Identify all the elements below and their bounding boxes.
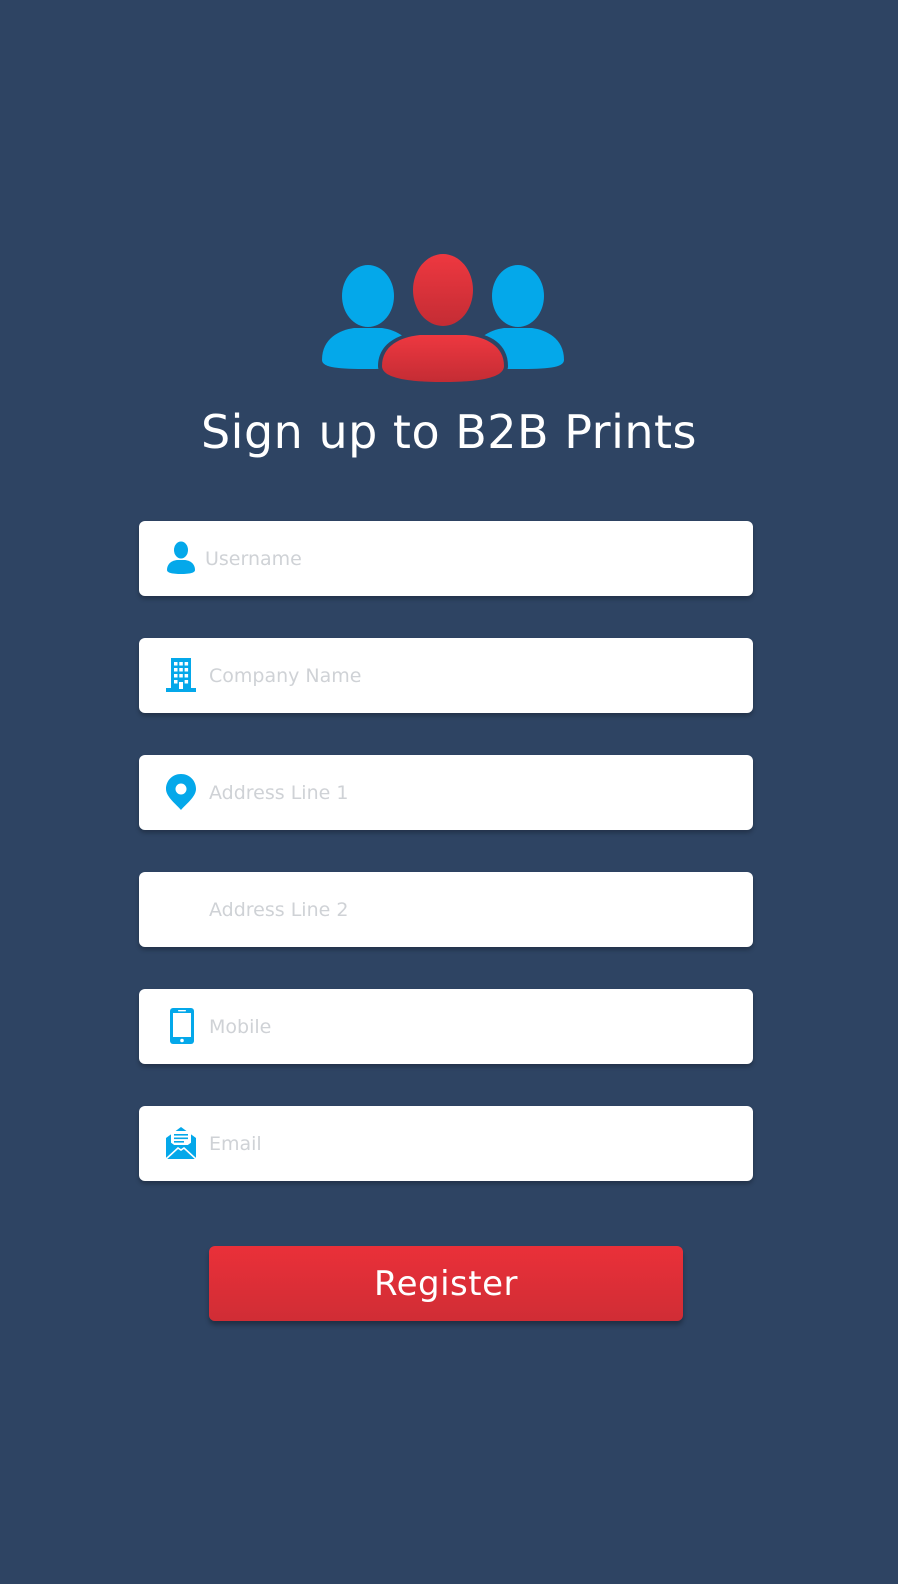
mobile-phone-icon xyxy=(170,1008,194,1044)
page-title: Sign up to B2B Prints xyxy=(200,405,697,459)
company-name-input[interactable] xyxy=(209,638,729,713)
envelope-open-icon xyxy=(165,1127,197,1160)
address-line-2-field-container[interactable] xyxy=(139,872,753,947)
register-button[interactable]: Register xyxy=(209,1246,683,1321)
mobile-field-container[interactable] xyxy=(139,989,753,1064)
address-line-1-input[interactable] xyxy=(209,755,729,830)
username-field-container[interactable] xyxy=(139,521,753,596)
address-line-2-input[interactable] xyxy=(209,872,729,947)
map-pin-icon xyxy=(166,774,196,810)
email-field-container[interactable] xyxy=(139,1106,753,1181)
building-icon xyxy=(166,658,196,692)
mobile-input[interactable] xyxy=(209,989,729,1064)
username-input[interactable] xyxy=(205,521,725,596)
company-name-field-container[interactable] xyxy=(139,638,753,713)
address-line-1-field-container[interactable] xyxy=(139,755,753,830)
user-icon xyxy=(167,541,195,574)
email-input[interactable] xyxy=(209,1106,729,1181)
group-users-icon xyxy=(322,252,564,385)
